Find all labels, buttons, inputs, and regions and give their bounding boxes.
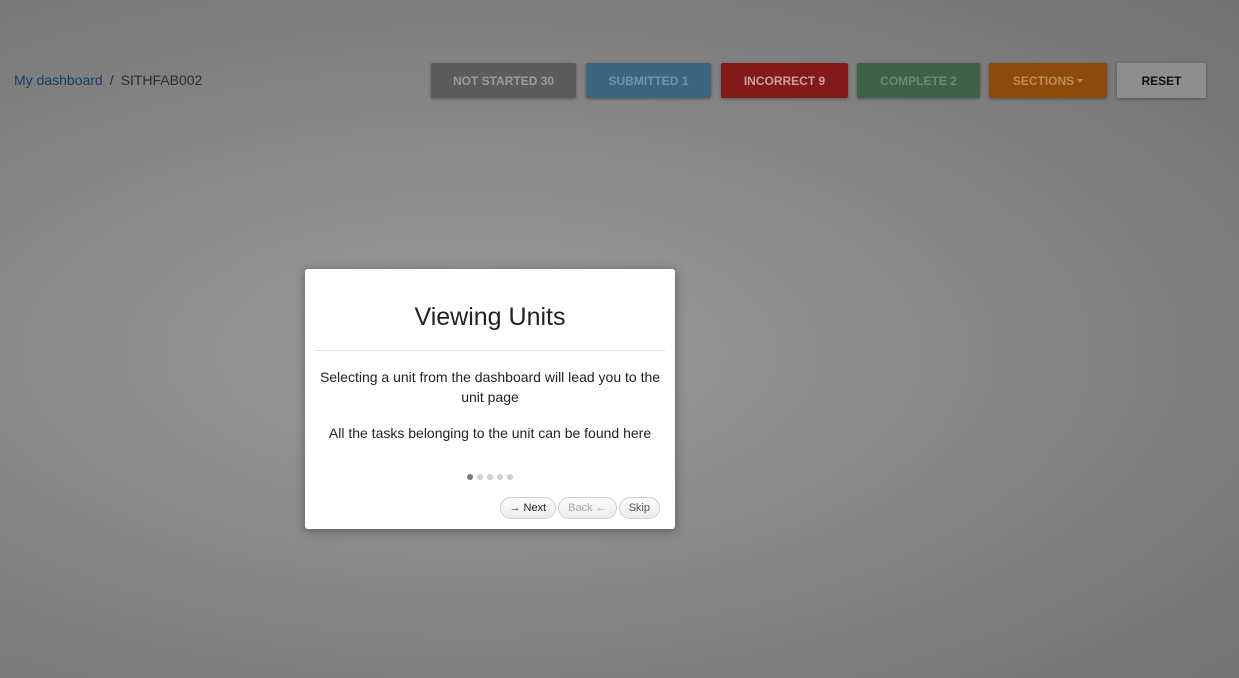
incorrect-button[interactable]: INCORRECT 9 [721,63,848,98]
sections-dropdown-button[interactable]: SECTIONS [989,63,1107,98]
tour-paragraph: Selecting a unit from the dashboard will… [319,369,661,405]
tour-title: Viewing Units [414,303,566,331]
top-bar: My dashboard / SITHFAB002 NOT STARTED 30 S… [0,0,1239,160]
submitted-button[interactable]: SUBMITTED 1 [586,63,711,98]
tour-next-label: Next [523,502,547,514]
tour-next-button[interactable]: → Next [499,497,557,519]
tour-dialog: Viewing Units Selecting a unit from the … [305,269,675,529]
breadcrumb-separator: / [109,72,114,88]
breadcrumb: My dashboard / SITHFAB002 [14,72,202,88]
tour-controls: → Next Back ← Skip [499,497,660,519]
tour-paragraph: All the tasks belonging to the unit can … [328,425,652,441]
complete-button[interactable]: COMPLETE 2 [857,63,980,98]
step-dot[interactable] [487,474,493,480]
tour-back-label: Back [568,502,593,514]
sections-label: SECTIONS [1012,73,1075,88]
breadcrumb-dashboard-link[interactable]: My dashboard [14,72,103,88]
tour-divider [315,350,665,351]
reset-button[interactable]: RESET [1117,63,1206,98]
arrow-left-icon: ← [595,502,607,514]
step-dot[interactable] [507,474,513,480]
tour-step-indicator [305,474,675,480]
step-dot[interactable] [497,474,503,480]
step-dot[interactable] [467,474,473,480]
step-dot[interactable] [477,474,483,480]
breadcrumb-current: SITHFAB002 [120,72,203,88]
tour-back-button[interactable]: Back ← [558,497,617,519]
caret-down-icon [1077,78,1084,83]
not-started-button[interactable]: NOT STARTED 30 [431,63,576,98]
tour-skip-button[interactable]: Skip [618,497,660,519]
tour-content: Selecting a unit from the dashboard will… [317,367,663,459]
arrow-right-icon: → [509,502,521,514]
